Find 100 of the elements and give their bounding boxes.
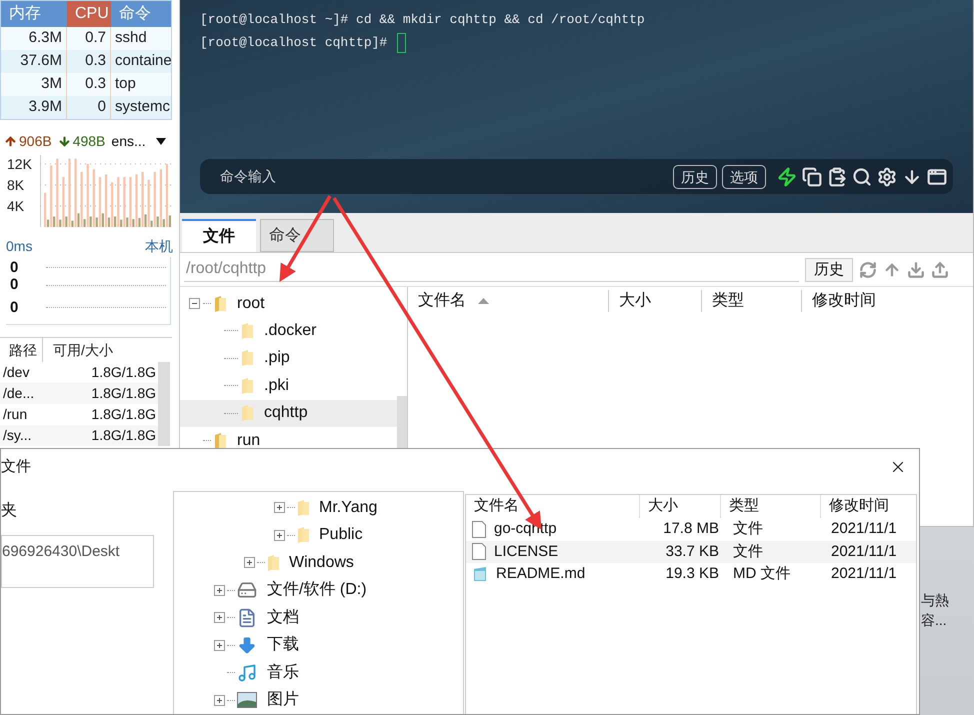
expand-icon[interactable] — [244, 557, 255, 568]
table-cell-text: 1.8G/1.8G — [90, 405, 156, 424]
tree-item[interactable]: .docker — [180, 317, 397, 344]
table-cell-text: /run — [2, 405, 28, 424]
dropdown-icon[interactable] — [156, 138, 166, 144]
tree-item[interactable]: 下载 — [174, 632, 463, 659]
file-row[interactable]: LICENSE 33.7 KB 文件 2021/11/1 — [466, 540, 916, 563]
axis-tick-label: 12K — [7, 156, 32, 171]
folder-icon — [241, 350, 253, 366]
download-rate: 498B — [72, 132, 106, 150]
toolbar-button[interactable]: 历史 — [673, 164, 717, 188]
tree-item[interactable]: .pip — [180, 344, 397, 372]
tab[interactable]: 文件 — [182, 219, 256, 252]
file-icon — [472, 520, 486, 538]
column-header[interactable]: 文件名 — [466, 495, 640, 518]
terminal-cursor — [397, 32, 406, 52]
tree-item[interactable]: .pki — [180, 372, 397, 400]
column-header[interactable]: 类型 — [721, 495, 821, 518]
refresh-icon[interactable] — [859, 260, 877, 278]
desktop-icon-label[interactable]: 与熱 — [921, 590, 949, 610]
tree-item[interactable]: Mr.Yang — [174, 494, 463, 522]
scrollbar[interactable] — [158, 362, 170, 446]
file-modified: 2021/11/1 — [830, 564, 898, 584]
file-icon — [472, 543, 486, 560]
table-cell-text: sshd — [114, 28, 148, 48]
tree-item[interactable]: 音乐 — [174, 659, 463, 686]
tree-item[interactable]: 图片 — [174, 686, 463, 714]
file-name: LICENSE — [494, 542, 558, 562]
settings-icon[interactable] — [877, 166, 897, 186]
table-cell: 0 — [67, 96, 111, 119]
axis-tick-label: 0 — [10, 258, 20, 278]
folder-icon — [214, 296, 226, 312]
folder-icon — [241, 378, 253, 394]
upload-rate: 906B — [19, 132, 52, 150]
picture-icon — [237, 692, 257, 708]
notepad-icon — [472, 566, 488, 582]
tree-item[interactable]: 文件/软件 (D:) — [174, 576, 463, 604]
table-cell-text: systemc — [114, 97, 171, 118]
desktop-icon-label[interactable]: 容... — [921, 610, 947, 630]
expand-icon[interactable] — [214, 694, 225, 706]
file-type: MD 文件 — [732, 564, 792, 584]
terminal-line: [root@localhost ~]# cd && mkdir cqhttp && cd /root/cqhttp — [200, 10, 645, 29]
terminal-panel[interactable]: [root@localhost ~]# cd && mkdir cqhttp && cd /root/cqhttp [root@localhost cqhttp]# 命令输入 历史 选项 — [180, 0, 973, 213]
download-icon — [58, 134, 71, 148]
folder-icon — [297, 500, 309, 516]
folder-icon — [241, 322, 253, 339]
window-icon[interactable] — [927, 166, 947, 186]
path-field[interactable]: /root/cqhttp — [184, 258, 799, 282]
file-name: go-cqhttp — [494, 519, 557, 539]
search-icon[interactable] — [852, 166, 872, 186]
tree-item[interactable]: run — [180, 427, 397, 454]
column-header[interactable]: 大小 — [640, 495, 721, 518]
column-header[interactable]: 文件名 — [408, 290, 608, 312]
axis-tick-label: 8K — [7, 178, 24, 192]
column-header[interactable]: 大小 — [608, 290, 701, 312]
lightning-icon[interactable] — [777, 166, 797, 186]
tree-item[interactable]: root — [180, 290, 397, 317]
folder-path-field[interactable]: 696926430\Deskt — [1, 535, 154, 588]
folder-icon — [297, 527, 309, 544]
history-button[interactable]: 历史 — [805, 258, 853, 282]
table-cell-text: 1.8G/1.8G — [90, 363, 156, 382]
expand-icon[interactable] — [274, 502, 285, 514]
file-row[interactable]: README.md 19.3 KB MD 文件 2021/11/1 — [466, 563, 916, 586]
terminal-line: [root@localhost cqhttp]# — [200, 34, 388, 52]
column-header[interactable]: 修改时间 — [801, 290, 951, 312]
folder-icon — [214, 432, 226, 448]
download-icon[interactable] — [907, 260, 925, 278]
table-cell-text: top — [114, 74, 137, 94]
table-cell-text: 1.8G/1.8G — [90, 384, 156, 403]
dialog-title: 文件 — [1, 456, 31, 477]
music-note-icon — [237, 662, 257, 683]
collapse-icon[interactable] — [189, 298, 200, 309]
expand-icon[interactable] — [214, 640, 225, 651]
expand-icon[interactable] — [274, 530, 285, 541]
interface-name[interactable]: ens... — [111, 130, 146, 152]
tree-item[interactable]: Windows — [174, 549, 463, 576]
ping-host[interactable]: 本机 — [145, 236, 173, 257]
folder-icon — [241, 405, 253, 422]
copy-icon[interactable] — [802, 166, 822, 186]
file-type: 文件 — [732, 519, 764, 539]
upload-icon[interactable] — [931, 260, 949, 278]
file-size: 17.8 MB — [662, 519, 720, 539]
expand-icon[interactable] — [214, 612, 225, 624]
tab[interactable]: 命令 — [260, 219, 334, 252]
column-header[interactable]: 可用/大小 — [43, 338, 172, 362]
file-row[interactable]: go-cqhttp 17.8 MB 文件 2021/11/1 — [466, 518, 916, 540]
tree-item[interactable]: cqhttp — [180, 400, 397, 427]
tree-item[interactable]: 文档 — [174, 604, 463, 632]
tree-item[interactable]: Public — [174, 522, 463, 549]
folder-label: 夹 — [1, 500, 18, 521]
toolbar-button[interactable]: 选项 — [722, 164, 766, 188]
expand-icon[interactable] — [214, 584, 225, 596]
column-header[interactable]: 修改时间 — [821, 495, 911, 518]
axis-tick-label: 4K — [7, 198, 24, 213]
column-header[interactable]: CPU — [67, 1, 111, 27]
table-cell-text: /sy... — [2, 426, 33, 445]
column-header[interactable]: 类型 — [701, 290, 801, 312]
paste-icon[interactable] — [827, 166, 847, 186]
document-icon — [237, 608, 257, 628]
command-input[interactable]: 命令输入 — [220, 166, 340, 187]
